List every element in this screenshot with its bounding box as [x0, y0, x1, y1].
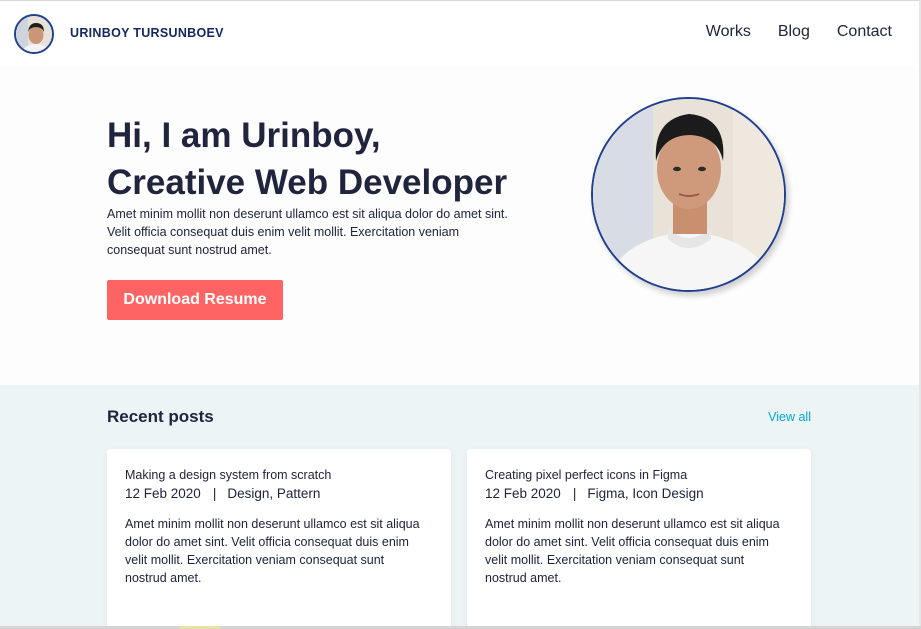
hero-title-line-1: Hi, I am Urinboy,: [107, 116, 381, 155]
meta-separator: |: [212, 486, 217, 501]
recent-posts-heading: Recent posts: [107, 407, 214, 426]
post-card[interactable]: Creating pixel perfect icons in Figma 12…: [467, 449, 811, 629]
site-header: URINBOY TURSUNBOEV Works Blog Contact: [0, 1, 919, 65]
avatar-photo-icon: [16, 16, 52, 52]
post-tags: Figma, Icon Design: [587, 486, 704, 501]
meta-separator: |: [572, 486, 577, 501]
post-title[interactable]: Making a design system from scratch: [125, 468, 331, 482]
main-nav: Works Blog Contact: [706, 23, 892, 41]
post-meta: 12 Feb 2020 | Figma, Icon Design: [485, 486, 704, 501]
brand-avatar[interactable]: [14, 14, 54, 54]
post-date: 12 Feb 2020: [485, 486, 561, 501]
nav-item-blog[interactable]: Blog: [778, 23, 810, 41]
hero-profile-photo: [591, 97, 786, 292]
hero-title-line-2: Creative Web Developer: [107, 163, 508, 202]
post-title[interactable]: Creating pixel perfect icons in Figma: [485, 468, 687, 482]
post-excerpt: Amet minim mollit non deserunt ullamco e…: [125, 517, 420, 585]
download-resume-button[interactable]: Download Resume: [107, 280, 283, 320]
nav-item-works[interactable]: Works: [706, 23, 751, 41]
hero-title: Hi, I am Urinboy, Creative Web Developer: [107, 112, 507, 206]
profile-photo-icon: [593, 99, 784, 290]
brand-name[interactable]: URINBOY TURSUNBOEV: [70, 26, 224, 40]
hero-section: Hi, I am Urinboy, Creative Web Developer…: [0, 65, 919, 385]
post-meta: 12 Feb 2020 | Design, Pattern: [125, 486, 320, 501]
view-all-link[interactable]: View all: [768, 410, 811, 424]
post-tags: Design, Pattern: [227, 486, 321, 501]
recent-posts-section: Recent posts View all Making a design sy…: [0, 385, 919, 629]
hero-description: Amet minim mollit non deserunt ullamco e…: [107, 207, 508, 257]
post-card[interactable]: Making a design system from scratch 12 F…: [107, 449, 451, 629]
post-date: 12 Feb 2020: [125, 486, 201, 501]
nav-item-contact[interactable]: Contact: [837, 23, 892, 41]
post-excerpt: Amet minim mollit non deserunt ullamco e…: [485, 517, 780, 585]
